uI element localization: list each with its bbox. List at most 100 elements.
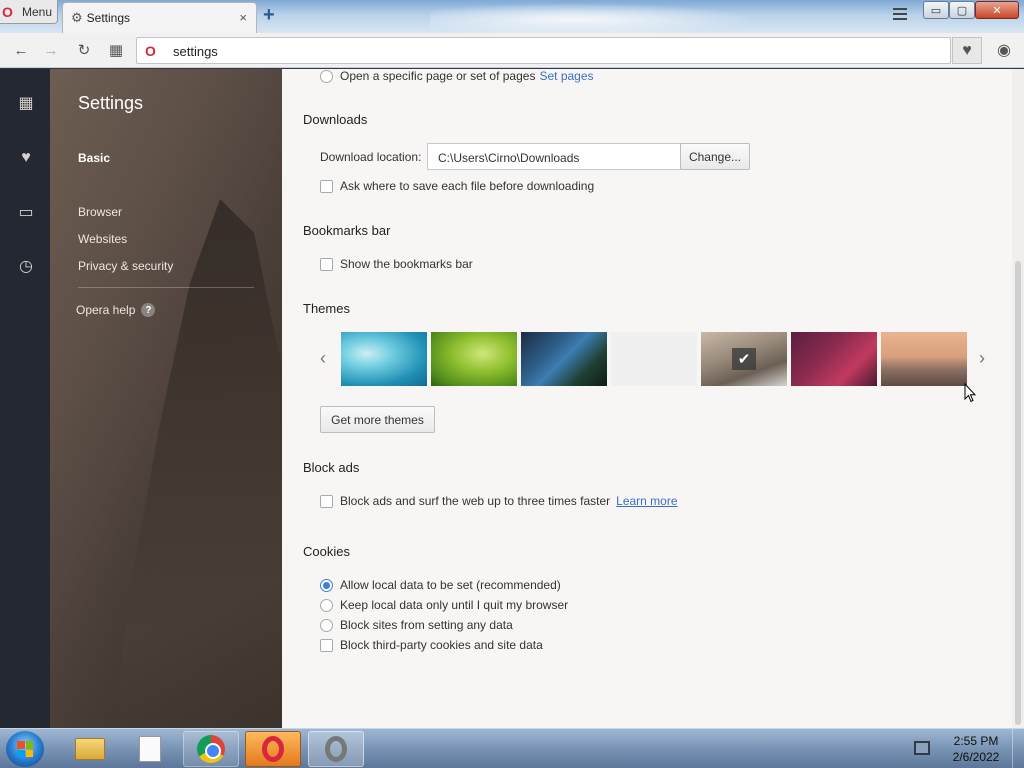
opera-gray-icon [325,736,347,762]
third-party-checkbox[interactable] [320,638,333,652]
set-pages-link[interactable]: Set pages [539,69,593,83]
account-icon[interactable]: ◉ [995,41,1013,59]
menu-label: Menu [22,4,53,19]
third-party-row[interactable]: Block third-party cookies and site data [320,638,543,652]
sidebar-item-privacy[interactable]: Privacy & security [78,259,173,273]
show-desktop-button[interactable] [1012,729,1024,768]
content-scrollbar[interactable] [1012,69,1024,728]
synced-tabs-icon[interactable]: ▭ [15,201,37,223]
cookie-session-radio[interactable] [320,598,333,612]
settings-content: Open a specific page or set of pages Set… [282,69,1012,728]
titlebar-background [430,0,790,33]
downloads-heading: Downloads [303,112,368,127]
sidebar-divider [78,287,254,288]
taskbar-explorer[interactable] [62,731,118,767]
cookie-allow-radio[interactable] [320,578,333,592]
back-icon[interactable]: ← [12,41,30,59]
block-ads-label: Block ads and surf the web up to three t… [340,494,611,508]
block-ads-checkbox[interactable] [320,494,333,508]
ask-where-checkbox[interactable] [320,179,333,193]
network-icon[interactable] [914,741,930,755]
change-location-button[interactable]: Change... [680,143,750,170]
cookie-block-radio[interactable] [320,618,333,632]
taskbar-chrome[interactable] [183,731,239,767]
sidebar-item-browser[interactable]: Browser [78,205,122,219]
windows-taskbar: 2:55 PM 2/6/2022 [0,728,1024,768]
themes-heading: Themes [303,301,350,316]
clock-date[interactable]: 2/6/2022 [950,750,1002,764]
theme-thumbnail[interactable] [791,332,877,386]
tab-settings[interactable]: ⚙ Settings × [62,2,257,33]
folder-icon [75,738,105,760]
minimize-button[interactable]: ▭ [923,1,949,19]
opera-logo-icon: O [2,3,13,20]
theme-thumbnail[interactable] [881,332,967,386]
close-tab-icon[interactable]: × [239,10,247,25]
address-bar[interactable]: O settings [136,37,951,64]
help-icon: ? [141,303,156,317]
startup-specific-row[interactable]: Open a specific page or set of pages Set… [320,69,594,83]
cookie-option-row[interactable]: Keep local data only until I quit my bro… [320,598,568,612]
cookie-option-label: Allow local data to be set (recommended) [340,578,561,592]
start-button[interactable] [6,731,44,767]
download-location-field[interactable]: C:\Users\Cirno\Downloads [427,143,681,170]
cookie-option-row[interactable]: Block sites from setting any data [320,618,513,632]
show-bookmarks-checkbox[interactable] [320,257,333,271]
navigation-toolbar: ← → ↻ ▦ O settings ♥ ◉ [0,33,1024,68]
forward-icon[interactable]: → [42,41,60,59]
cookie-option-label: Keep local data only until I quit my bro… [340,598,569,612]
theme-thumbnail[interactable] [431,332,517,386]
speed-dial-icon[interactable]: ▦ [15,92,37,114]
clock-time[interactable]: 2:55 PM [950,734,1002,748]
show-bookmarks-row[interactable]: Show the bookmarks bar [320,257,473,271]
opera-menu-button[interactable]: O Menu [0,0,58,24]
ask-where-row[interactable]: Ask where to save each file before downl… [320,179,594,193]
window-titlebar: O Menu ⚙ Settings × + ▭ ▢ ✕ [0,0,1024,33]
tab-menu-icon[interactable] [893,8,907,22]
scrollbar-thumb[interactable] [1015,261,1021,725]
mouse-cursor-icon [964,383,976,403]
theme-thumbnail[interactable] [611,332,697,386]
settings-sidebar: Settings Basic Browser Websites Privacy … [50,69,282,728]
reload-icon[interactable]: ↻ [75,41,93,59]
speed-dial-icon[interactable]: ▦ [107,41,125,59]
gear-icon: ⚙ [71,10,83,25]
startup-specific-radio[interactable] [320,69,333,83]
theme-thumbnail[interactable] [341,332,427,386]
theme-thumbnail-selected[interactable]: ✔ [701,332,787,386]
sidebar-item-help[interactable]: Opera help ? [76,303,156,317]
sidebar-item-websites[interactable]: Websites [78,232,127,246]
block-ads-heading: Block ads [303,460,360,475]
document-icon [139,736,161,762]
windows-logo-icon [17,741,33,757]
opera-icon [262,736,284,762]
themes-next-icon[interactable]: › [979,348,985,369]
cookie-option-label: Block sites from setting any data [340,618,513,632]
new-tab-button[interactable]: + [263,4,275,27]
cookie-option-row[interactable]: Allow local data to be set (recommended) [320,578,561,592]
get-more-themes-button[interactable]: Get more themes [320,406,435,433]
theme-thumbnail[interactable] [521,332,607,386]
download-location-label: Download location: [320,150,422,164]
taskbar-opera[interactable] [245,731,301,767]
tab-title: Settings [86,11,131,25]
sidebar-rail: ▦ ♥ ▭ ◷ [0,69,50,728]
block-ads-row[interactable]: Block ads and surf the web up to three t… [320,494,678,508]
themes-prev-icon[interactable]: ‹ [320,348,326,369]
taskbar-document[interactable] [122,731,178,767]
sidebar-item-basic[interactable]: Basic [78,151,110,165]
opera-page-icon: O [145,43,156,59]
show-bookmarks-label: Show the bookmarks bar [340,257,473,271]
history-clock-icon[interactable]: ◷ [15,255,37,277]
address-text[interactable]: settings [173,44,218,59]
learn-more-link[interactable]: Learn more [616,494,677,508]
bookmark-heart-icon[interactable]: ♥ [952,37,982,64]
taskbar-opera-alt[interactable] [308,731,364,767]
startup-specific-label: Open a specific page or set of pages [340,69,536,83]
checkmark-icon: ✔ [732,348,756,370]
restore-button[interactable]: ▢ [949,1,975,19]
close-window-button[interactable]: ✕ [975,1,1019,19]
chrome-icon [197,735,225,763]
sidebar-background-image [110,199,282,728]
bookmarks-heart-icon[interactable]: ♥ [15,147,37,169]
